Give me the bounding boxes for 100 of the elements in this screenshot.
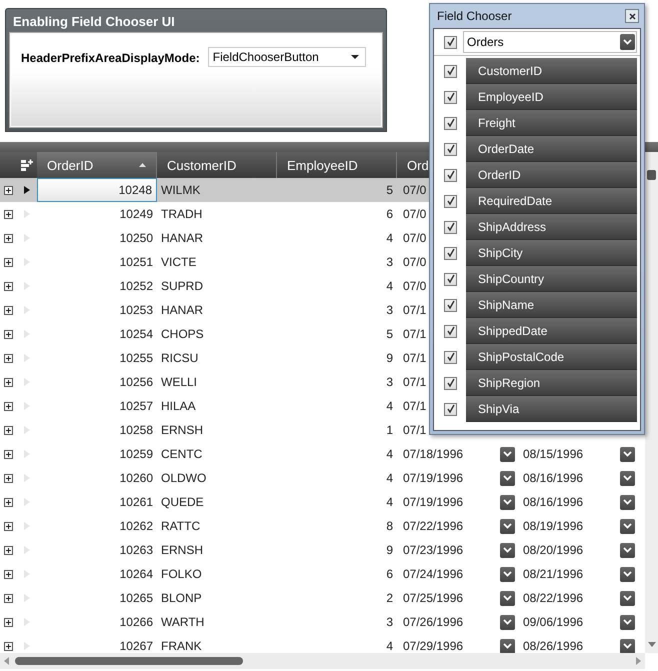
table-cell-text: 10254 [118, 326, 154, 343]
table-cell-text: FOLKO [160, 566, 203, 583]
dropdown-button[interactable] [620, 638, 635, 653]
window-title: Field Chooser [437, 9, 512, 23]
checkbox[interactable] [444, 272, 457, 286]
table-cell-text: 10260 [118, 470, 154, 487]
expand-icon[interactable] [4, 306, 13, 314]
dropdown-button[interactable] [500, 566, 515, 582]
field-item[interactable]: EmployeeID [466, 84, 637, 110]
dropdown-button[interactable] [500, 470, 515, 486]
checkbox[interactable] [444, 324, 457, 338]
expand-icon[interactable] [4, 426, 13, 434]
table-cell: 08/21/1996 [523, 567, 584, 581]
dropdown-button[interactable] [500, 542, 515, 558]
checkbox[interactable] [444, 90, 457, 104]
dropdown-button[interactable] [620, 590, 635, 606]
field-item[interactable]: ShipCountry [466, 266, 637, 292]
field-item[interactable]: ShipPostalCode [466, 344, 637, 370]
field-item[interactable]: OrderID [466, 162, 637, 188]
expand-icon[interactable] [4, 210, 13, 218]
expand-icon[interactable] [4, 618, 13, 626]
field-item[interactable]: ShipName [466, 292, 637, 318]
table-cell-text: TRADH [160, 206, 204, 223]
field-item[interactable]: OrderDate [466, 136, 637, 162]
dropdown-button[interactable] [620, 566, 635, 582]
checkbox[interactable] [444, 36, 457, 48]
scroll-down-icon[interactable] [648, 642, 656, 647]
dropdown-button[interactable] [500, 614, 515, 630]
dropdown-button[interactable] [500, 518, 515, 534]
expand-icon[interactable] [4, 522, 13, 530]
chevron-icon [503, 451, 512, 457]
dropdown-button[interactable] [620, 542, 635, 558]
expand-icon[interactable] [4, 234, 13, 242]
close-button[interactable] [625, 9, 639, 23]
field-item[interactable]: ShipCity [466, 240, 637, 266]
table-cell: 07/22/1996 [403, 519, 464, 533]
mode-select[interactable]: FieldChooserButton [208, 47, 366, 67]
table-cell-text: 10250 [118, 230, 154, 247]
table-cell-text: FRANK [160, 638, 203, 653]
sort-icon [139, 163, 146, 167]
field-item[interactable]: ShipVia [466, 396, 637, 422]
checkbox[interactable] [444, 168, 457, 182]
dropdown-button[interactable] [500, 590, 515, 606]
checkbox[interactable] [444, 350, 457, 364]
table-cell: 07/1 [403, 327, 426, 341]
expand-icon[interactable] [4, 378, 13, 386]
expand-icon[interactable] [4, 330, 13, 338]
chevron-icon [623, 571, 632, 577]
dropdown-button[interactable] [620, 494, 635, 510]
table-cell-text: 10267 [118, 638, 154, 653]
table-cell-text: WILMK [160, 182, 202, 199]
expand-icon[interactable] [4, 594, 13, 602]
dropdown-button[interactable] [620, 470, 635, 486]
field-item[interactable]: ShippedDate [466, 318, 637, 344]
dropdown-button[interactable] [620, 518, 635, 534]
column-header[interactable]: OrderID [37, 152, 157, 178]
field-item[interactable]: ShipRegion [466, 370, 637, 396]
expand-icon[interactable] [4, 354, 13, 362]
checkbox[interactable] [444, 246, 457, 260]
expand-icon[interactable] [4, 402, 13, 410]
table-cell-text: QUEDE [160, 494, 205, 511]
dropdown-button[interactable] [500, 638, 515, 653]
expand-icon[interactable] [4, 450, 13, 458]
table-select[interactable]: Orders [463, 31, 637, 53]
checkbox[interactable] [444, 142, 457, 156]
dropdown-button[interactable] [620, 614, 635, 630]
field-item[interactable]: CustomerID [466, 58, 637, 84]
checkbox[interactable] [444, 64, 457, 78]
expand-icon[interactable] [4, 282, 13, 290]
checkbox[interactable] [444, 402, 457, 416]
vertical-scrollbar[interactable] [645, 152, 658, 653]
checkbox[interactable] [444, 220, 457, 234]
field-chooser-icon[interactable] [20, 158, 34, 172]
expand-icon[interactable] [4, 474, 13, 482]
expand-icon[interactable] [4, 186, 13, 194]
table-cell-text: 4 [385, 398, 394, 415]
table-cell: 07/1 [403, 351, 426, 365]
expand-icon[interactable] [4, 258, 13, 266]
expand-icon[interactable] [4, 642, 13, 650]
checkbox[interactable] [444, 116, 457, 130]
dropdown-button[interactable] [500, 494, 515, 510]
field-item[interactable]: Freight [466, 110, 637, 136]
chevron-icon [623, 523, 632, 529]
expand-icon[interactable] [4, 570, 13, 578]
field-item[interactable]: RequiredDate [466, 188, 637, 214]
dropdown-button[interactable] [620, 446, 635, 462]
checkbox[interactable] [444, 376, 457, 390]
dropdown-button[interactable] [500, 446, 515, 462]
scrollbar-thumb[interactable] [647, 170, 656, 180]
table-cell-text: 10253 [118, 302, 154, 319]
field-item[interactable]: ShipAddress [466, 214, 637, 240]
table-cell-text: 4 [385, 494, 394, 511]
checkbox[interactable] [444, 194, 457, 208]
table-cell: 07/0 [403, 231, 426, 245]
table-cell-text: 9 [385, 542, 394, 559]
table-cell-text: VICTE [160, 254, 198, 271]
expand-icon[interactable] [4, 546, 13, 554]
checkbox[interactable] [444, 298, 457, 312]
expand-icon[interactable] [4, 498, 13, 506]
table-cell: 07/0 [403, 279, 426, 293]
